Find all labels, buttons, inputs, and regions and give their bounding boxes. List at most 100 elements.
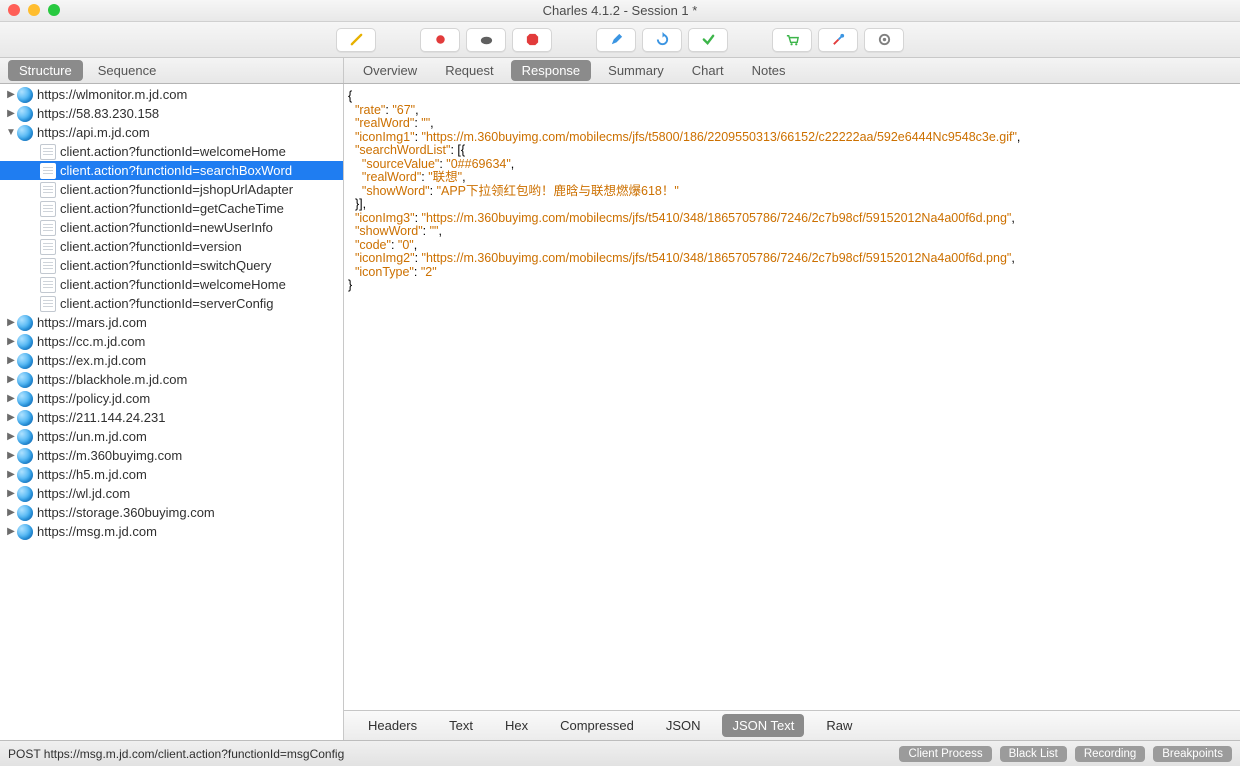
tree-request-item[interactable]: client.action?functionId=serverConfig <box>0 294 343 313</box>
detail-tab-chart[interactable]: Chart <box>681 60 735 81</box>
disclosure-triangle[interactable]: ▶ <box>6 108 16 119</box>
disclosure-triangle[interactable]: ▶ <box>6 526 16 537</box>
tree-request-item[interactable]: client.action?functionId=newUserInfo <box>0 218 343 237</box>
tree-host-item[interactable]: ▶https://un.m.jd.com <box>0 427 343 446</box>
body-tab-compressed[interactable]: Compressed <box>550 714 644 737</box>
broom-button[interactable] <box>336 28 376 52</box>
disclosure-triangle[interactable]: ▼ <box>6 127 16 138</box>
disclosure-triangle[interactable]: ▶ <box>6 317 16 328</box>
globe-icon <box>17 315 33 331</box>
disclosure-triangle[interactable]: ▶ <box>6 469 16 480</box>
tree-host-item[interactable]: ▶https://policy.jd.com <box>0 389 343 408</box>
tree-host-item[interactable]: ▶ https://wl.jd.com <box>0 484 343 503</box>
tree-host-item[interactable]: ▶ https://211.144.24.231 <box>0 408 343 427</box>
disclosure-triangle[interactable]: ▶ <box>6 450 16 461</box>
tree-item-label: client.action?functionId=newUserInfo <box>60 220 273 235</box>
body-tab-json[interactable]: JSON <box>656 714 711 737</box>
minimize-window-button[interactable] <box>28 4 40 16</box>
detail-tab-overview[interactable]: Overview <box>352 60 428 81</box>
structure-sequence-tabs: StructureSequence <box>0 58 344 83</box>
disclosure-triangle[interactable]: ▶ <box>6 488 16 499</box>
tree-host-item[interactable]: ▶https://h5.m.jd.com <box>0 465 343 484</box>
detail-tab-response[interactable]: Response <box>511 60 592 81</box>
tree-host-item[interactable]: ▶https://storage.360buyimg.com <box>0 503 343 522</box>
disclosure-triangle[interactable]: ▶ <box>6 393 16 404</box>
session-tree[interactable]: ▶https://wlmonitor.m.jd.com▶https://58.8… <box>0 84 344 740</box>
tree-host-item[interactable]: ▶https://58.83.230.158 <box>0 104 343 123</box>
globe-icon <box>17 486 33 502</box>
tree-item-label: client.action?functionId=getCacheTime <box>60 201 284 216</box>
json-line: "showWord": "APP下拉领红包哟！鹿晗与联想燃爆618！" <box>348 185 1236 199</box>
tree-request-item[interactable]: client.action?functionId=searchBoxWord <box>0 161 343 180</box>
zoom-window-button[interactable] <box>48 4 60 16</box>
tree-item-label: https://211.144.24.231 <box>37 410 165 425</box>
stop-button[interactable] <box>512 28 552 52</box>
throttle-button[interactable] <box>466 28 506 52</box>
body-tab-raw[interactable]: Raw <box>816 714 862 737</box>
status-pill-breakpoints[interactable]: Breakpoints <box>1153 746 1232 762</box>
globe-icon <box>17 467 33 483</box>
settings-button[interactable] <box>864 28 904 52</box>
tree-host-item[interactable]: ▶https://mars.jd.com <box>0 313 343 332</box>
tree-item-label: https://wl.jd.com <box>37 486 130 501</box>
tree-item-label: client.action?functionId=welcomeHome <box>60 277 286 292</box>
tree-item-label: client.action?functionId=welcomeHome <box>60 144 286 159</box>
body-tab-hex[interactable]: Hex <box>495 714 538 737</box>
disclosure-triangle[interactable]: ▶ <box>6 355 16 366</box>
json-line: "iconType": "2" <box>348 266 1236 280</box>
tree-request-item[interactable]: client.action?functionId=switchQuery <box>0 256 343 275</box>
json-line: } <box>348 279 1236 293</box>
tree-request-item[interactable]: client.action?functionId=welcomeHome <box>0 275 343 294</box>
globe-icon <box>17 334 33 350</box>
tools-cart-button[interactable] <box>772 28 812 52</box>
disclosure-triangle[interactable]: ▶ <box>6 507 16 518</box>
validate-button[interactable] <box>688 28 728 52</box>
tree-request-item[interactable]: client.action?functionId=getCacheTime <box>0 199 343 218</box>
body-tab-headers[interactable]: Headers <box>358 714 427 737</box>
status-pill-client-process[interactable]: Client Process <box>899 746 991 762</box>
tree-host-item[interactable]: ▶https://wlmonitor.m.jd.com <box>0 85 343 104</box>
disclosure-triangle[interactable]: ▶ <box>6 431 16 442</box>
tools-wrench-button[interactable] <box>818 28 858 52</box>
json-line: { <box>348 90 1236 104</box>
globe-icon <box>17 106 33 122</box>
json-line: "iconImg3": "https://m.360buyimg.com/mob… <box>348 212 1236 226</box>
detail-tab-summary[interactable]: Summary <box>597 60 675 81</box>
body-tab-text[interactable]: Text <box>439 714 483 737</box>
tree-request-item[interactable]: client.action?functionId=version <box>0 237 343 256</box>
tree-host-item[interactable]: ▶https://blackhole.m.jd.com <box>0 370 343 389</box>
record-button[interactable] <box>420 28 460 52</box>
detail-tab-notes[interactable]: Notes <box>741 60 797 81</box>
json-line: "realWord": "联想", <box>348 171 1236 185</box>
tree-host-item[interactable]: ▶https://m.360buyimg.com <box>0 446 343 465</box>
tree-host-item[interactable]: ▶https://ex.m.jd.com <box>0 351 343 370</box>
tree-item-label: client.action?functionId=switchQuery <box>60 258 271 273</box>
json-line: "code": "0", <box>348 239 1236 253</box>
close-window-button[interactable] <box>8 4 20 16</box>
repeat-button[interactable] <box>642 28 682 52</box>
status-bar: POST https://msg.m.jd.com/client.action?… <box>0 740 1240 766</box>
left-tab-sequence[interactable]: Sequence <box>87 60 168 81</box>
compose-button[interactable] <box>596 28 636 52</box>
body-tab-json-text[interactable]: JSON Text <box>722 714 804 737</box>
status-pill-recording[interactable]: Recording <box>1075 746 1145 762</box>
tree-item-label: client.action?functionId=version <box>60 239 242 254</box>
detail-tab-request[interactable]: Request <box>434 60 504 81</box>
detail-tabs: Overview Request ResponseSummary Chart Notes <box>344 58 1240 83</box>
tree-host-item[interactable]: ▶https://msg.m.jd.com <box>0 522 343 541</box>
status-text: POST https://msg.m.jd.com/client.action?… <box>8 747 344 761</box>
disclosure-triangle[interactable]: ▶ <box>6 336 16 347</box>
tree-host-item[interactable]: ▼https://api.m.jd.com <box>0 123 343 142</box>
globe-icon <box>17 429 33 445</box>
tree-request-item[interactable]: client.action?functionId=welcomeHome <box>0 142 343 161</box>
left-tab-structure[interactable]: Structure <box>8 60 83 81</box>
tree-host-item[interactable]: ▶https://cc.m.jd.com <box>0 332 343 351</box>
json-line: "searchWordList": [{ <box>348 144 1236 158</box>
tree-request-item[interactable]: client.action?functionId=jshopUrlAdapter <box>0 180 343 199</box>
disclosure-triangle[interactable]: ▶ <box>6 89 16 100</box>
disclosure-triangle[interactable]: ▶ <box>6 412 16 423</box>
json-text-viewer[interactable]: { "rate": "67", "realWord": "", "iconImg… <box>344 84 1240 710</box>
status-pill-black-list[interactable]: Black List <box>1000 746 1067 762</box>
globe-icon <box>17 410 33 426</box>
disclosure-triangle[interactable]: ▶ <box>6 374 16 385</box>
